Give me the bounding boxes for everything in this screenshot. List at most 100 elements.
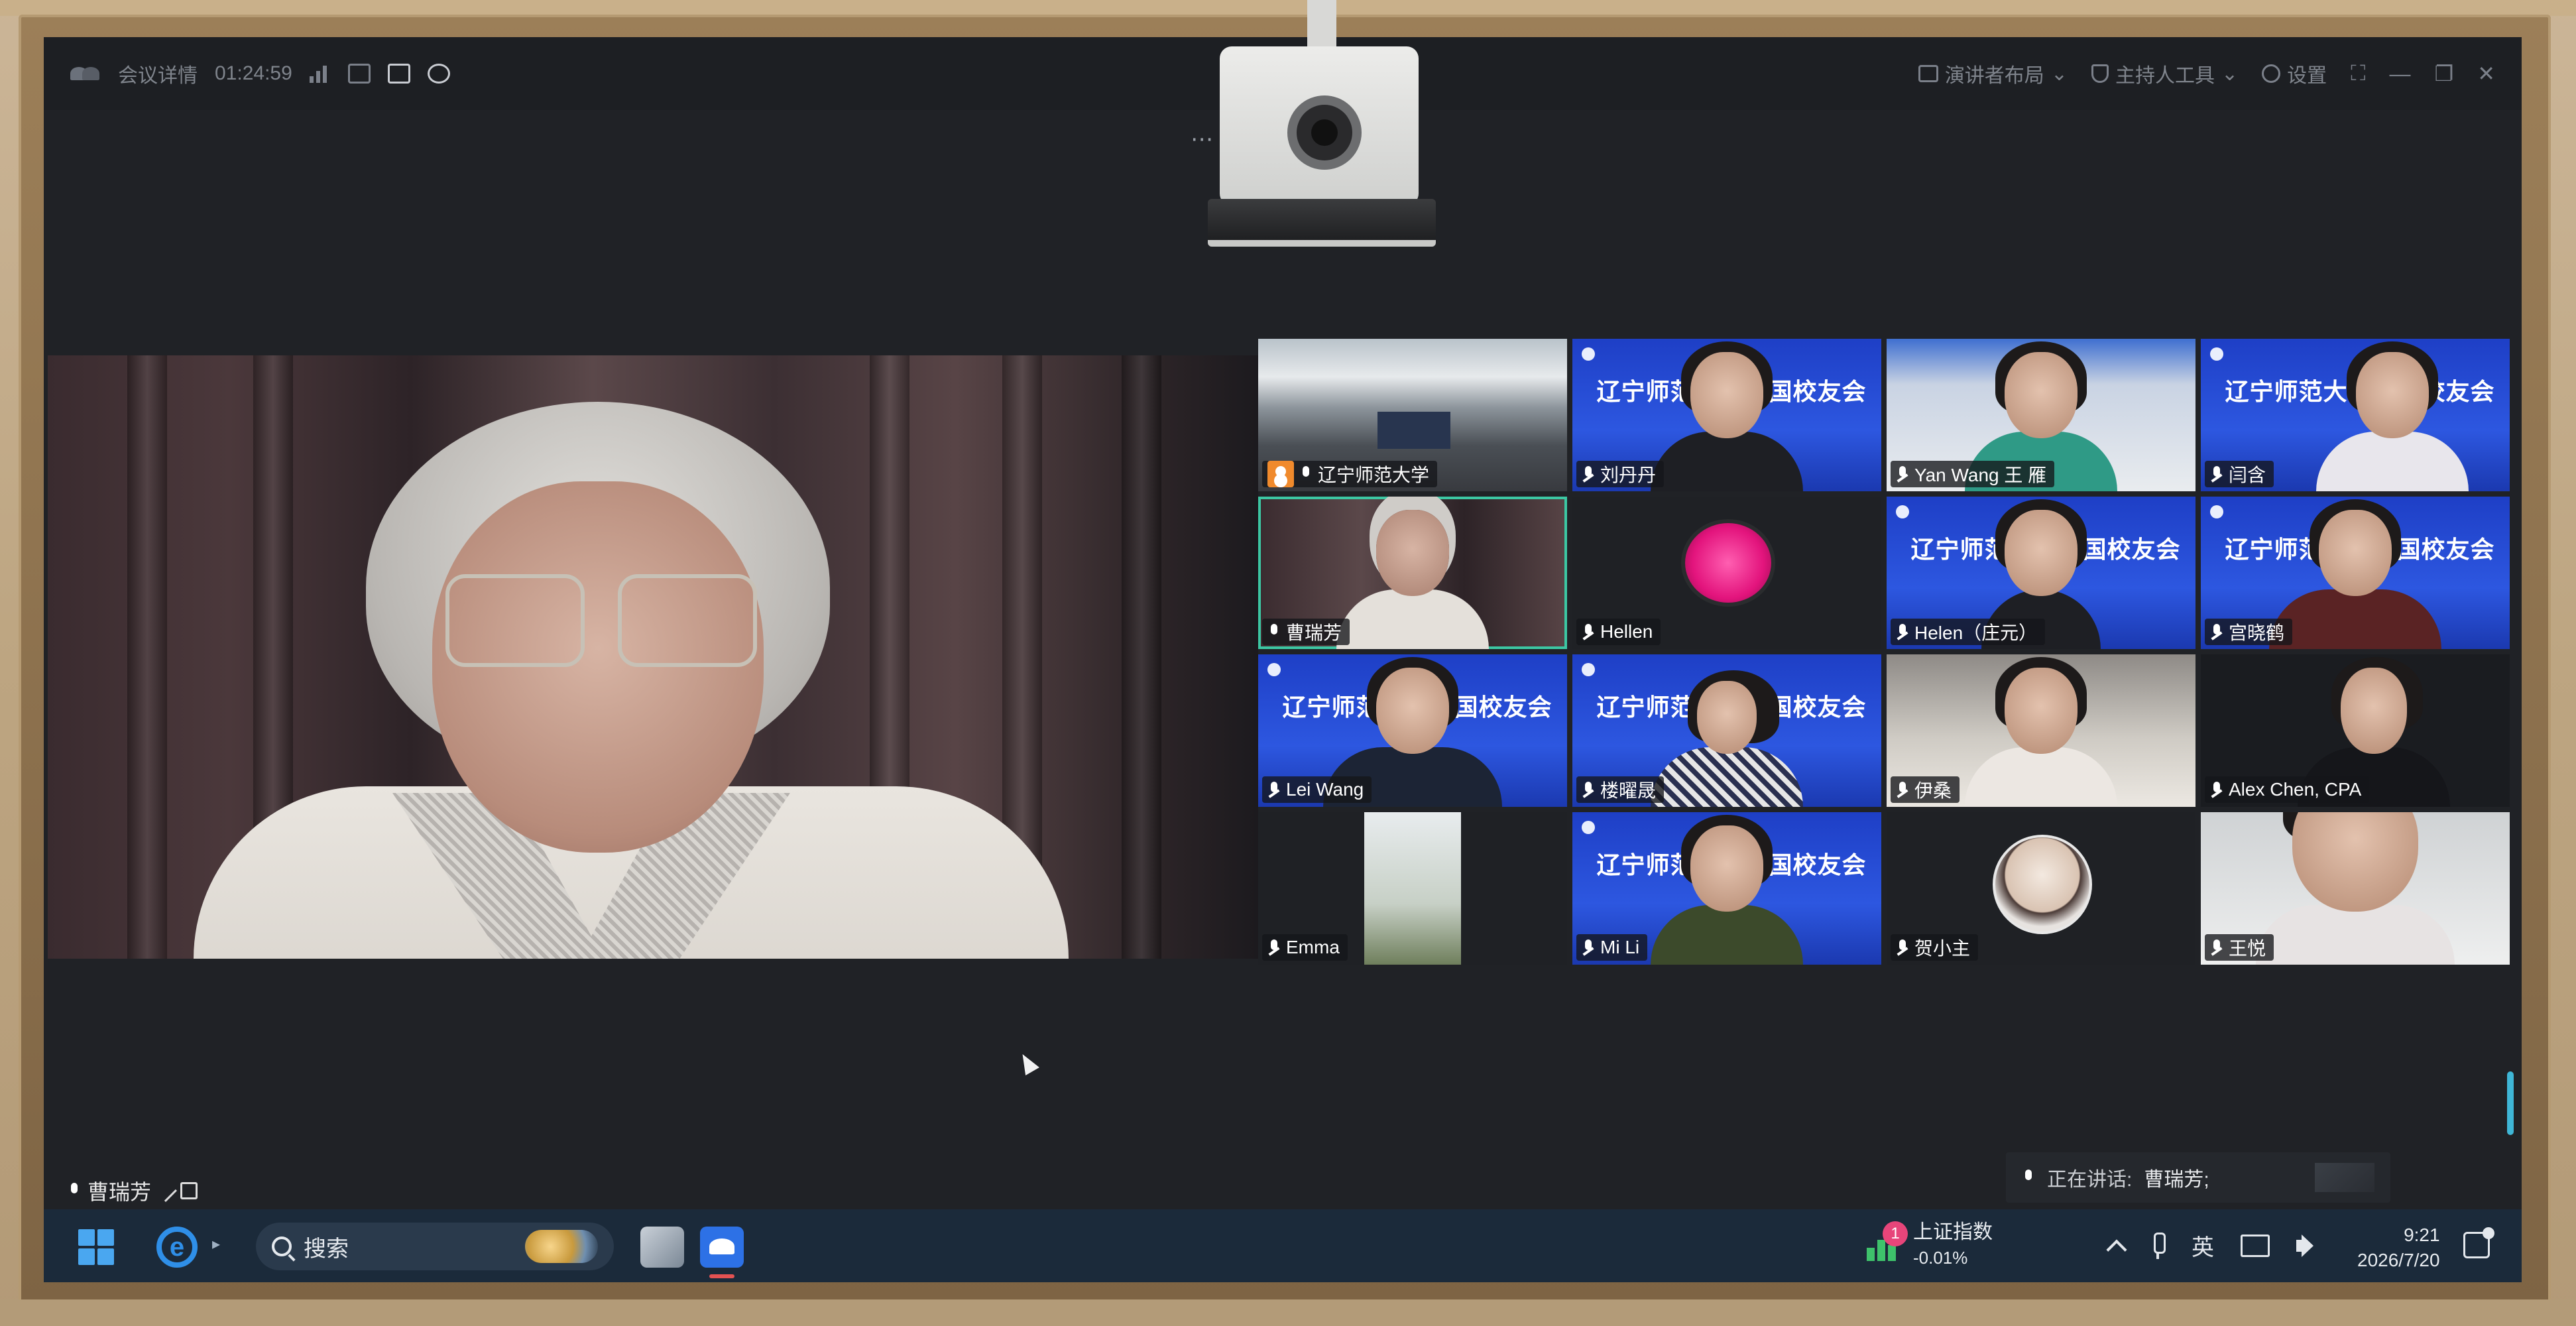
main-speaker-video[interactable]	[48, 355, 1258, 959]
participant-tile[interactable]: 辽宁师范大学	[1258, 339, 1567, 491]
share-out-icon[interactable]	[347, 64, 371, 84]
stock-widget[interactable]: 1 上证指数 -0.01%	[1864, 1220, 1993, 1270]
search-label: 搜索	[304, 1236, 349, 1262]
layout-icon	[1918, 65, 1938, 82]
participant-tile[interactable]: 伊桑	[1887, 654, 2195, 807]
system-tray: 英	[2106, 1229, 2323, 1262]
windows-start-icon[interactable]	[78, 1229, 114, 1265]
participant-name: Alex Chen, CPA	[2229, 779, 2362, 800]
chevron-right-icon[interactable]: ▸	[212, 1235, 220, 1254]
participant-grid: 辽宁师范大学 辽宁师范大学美国校友会 刘丹丹 Yan Wang 王 雁 辽宁师范…	[1258, 339, 2511, 969]
mute-all-icon[interactable]	[387, 64, 410, 84]
close-icon[interactable]: ✕	[2477, 61, 2495, 86]
hide-video-icon[interactable]	[427, 64, 450, 84]
speaker-glasses	[445, 574, 757, 674]
participant-name: 辽宁师范大学	[1318, 465, 1430, 485]
ime-indicator[interactable]: 英	[2192, 1229, 2214, 1262]
maximize-icon[interactable]: ❐	[2435, 61, 2454, 86]
mic-muted-icon	[1267, 939, 1281, 955]
participant-name-tag: Emma	[1262, 934, 1348, 961]
signal-icon[interactable]	[309, 64, 331, 83]
participant-video	[1965, 657, 2117, 807]
participant-tile[interactable]: Emma	[1258, 812, 1567, 965]
participant-video	[1651, 815, 1803, 965]
mic-muted-icon	[2210, 624, 2223, 640]
participant-name: Lei Wang	[1286, 779, 1364, 800]
camera-mount	[1307, 0, 1336, 46]
participant-name: 伊桑	[1914, 780, 1952, 801]
participant-video	[1651, 670, 1803, 807]
fullscreen-icon[interactable]: ⛶	[2351, 61, 2365, 86]
mic-icon	[68, 1183, 81, 1199]
participant-tile[interactable]: 辽宁师范大学美国校友会 Helen（庄元）	[1887, 497, 2195, 649]
host-tools-button[interactable]: 主持人工具 ⌄	[2091, 59, 2238, 88]
mic-muted-icon	[2210, 466, 2223, 482]
microphone-icon[interactable]	[2150, 1232, 2166, 1259]
chevron-up-icon[interactable]	[2106, 1238, 2127, 1260]
university-logo	[1896, 505, 1975, 519]
network-icon[interactable]	[2241, 1234, 2270, 1257]
local-user-name: 曹瑞芳	[88, 1180, 152, 1204]
participant-tile[interactable]: Yan Wang 王 雁	[1887, 339, 2195, 491]
camera-body	[1220, 46, 1419, 206]
search-highlight-image	[525, 1230, 598, 1263]
mic-muted-icon	[1896, 782, 1909, 798]
layout-menu-button[interactable]: 演讲者布局 ⌄	[1918, 59, 2068, 88]
participant-name: 宫晓鹤	[2229, 623, 2285, 643]
participant-tile[interactable]: 辽宁师范大学美国校友会 宫晓鹤	[2201, 497, 2510, 649]
clock-date: 2026/7/20	[2357, 1250, 2440, 1270]
mic-muted-icon	[1896, 939, 1909, 955]
participant-tile[interactable]: 王悦	[2201, 812, 2510, 965]
participant-tile[interactable]: 辽宁师范大学美国校友会 楼曜晟	[1572, 654, 1881, 807]
mic-muted-icon	[2210, 782, 2223, 798]
speaking-indicator: 正在讲话: 曹瑞芳;	[2006, 1152, 2390, 1203]
copy-icon[interactable]	[180, 1182, 198, 1199]
settings-button[interactable]: 设置	[2262, 59, 2327, 88]
participant-name: 闫含	[2229, 465, 2266, 485]
participant-name-tag: Alex Chen, CPA	[2205, 776, 2370, 803]
mic-muted-icon	[2210, 939, 2223, 955]
grid-scrollbar[interactable]	[2507, 1071, 2514, 1135]
participant-tile[interactable]: 贺小主	[1887, 812, 2195, 965]
speaking-label: 正在讲话:	[2047, 1169, 2133, 1191]
host-badge-icon	[1267, 461, 1294, 487]
host-tools-label: 主持人工具	[2115, 65, 2215, 87]
volume-icon[interactable]	[2296, 1234, 2323, 1257]
internet-explorer-icon[interactable]: e	[156, 1227, 198, 1268]
participant-tile-active-speaker[interactable]: 曹瑞芳	[1258, 497, 1567, 649]
stock-name: 上证指数	[1913, 1221, 1993, 1243]
minimize-icon[interactable]: —	[2390, 62, 2411, 86]
mic-muted-icon	[1896, 466, 1909, 482]
search-icon	[272, 1236, 292, 1256]
taskbar-clock[interactable]: 9:21 2026/7/20	[2357, 1223, 2440, 1273]
curtain-fold	[1122, 355, 1161, 959]
watermark-logo	[2315, 1163, 2374, 1192]
participant-name-tag: Hellen	[1576, 619, 1661, 645]
participant-tile[interactable]: Hellen	[1572, 497, 1881, 649]
participant-name-tag: Lei Wang	[1262, 776, 1372, 803]
notification-center-icon[interactable]	[2463, 1227, 2494, 1258]
meeting-info-button[interactable]: 会议详情	[118, 59, 198, 88]
shield-icon	[2091, 64, 2109, 83]
participant-tile[interactable]: Alex Chen, CPA	[2201, 654, 2510, 807]
taskbar-search[interactable]: 搜索	[256, 1223, 614, 1270]
speaking-name: 曹瑞芳;	[2144, 1169, 2209, 1191]
mic-on-icon	[1299, 466, 1313, 482]
clock-time: 9:21	[2404, 1225, 2440, 1245]
participant-tile[interactable]: 辽宁师范大学美国校友会 刘丹丹	[1572, 339, 1881, 491]
rename-icon[interactable]	[154, 1179, 177, 1202]
participant-tile[interactable]: 辽宁师范大学美国校友会 Mi Li	[1572, 812, 1881, 965]
gear-icon	[2262, 64, 2281, 83]
mic-muted-icon	[1582, 782, 1595, 798]
participant-tile[interactable]: 辽宁师范大学美国校友会 闫含	[2201, 339, 2510, 491]
tencent-meeting-app-icon[interactable]	[700, 1227, 744, 1278]
university-logo	[1582, 347, 1661, 361]
participant-name: Mi Li	[1600, 937, 1640, 957]
participant-name: 刘丹丹	[1600, 465, 1657, 485]
university-logo	[2210, 347, 2290, 361]
tencent-meeting-logo-icon	[70, 64, 101, 83]
participant-tile[interactable]: 辽宁师范大学美国校友会 Lei Wang	[1258, 654, 1567, 807]
mic-muted-icon	[1896, 624, 1909, 640]
task-view-icon[interactable]	[640, 1227, 684, 1268]
wall-bottom	[0, 1299, 2576, 1326]
